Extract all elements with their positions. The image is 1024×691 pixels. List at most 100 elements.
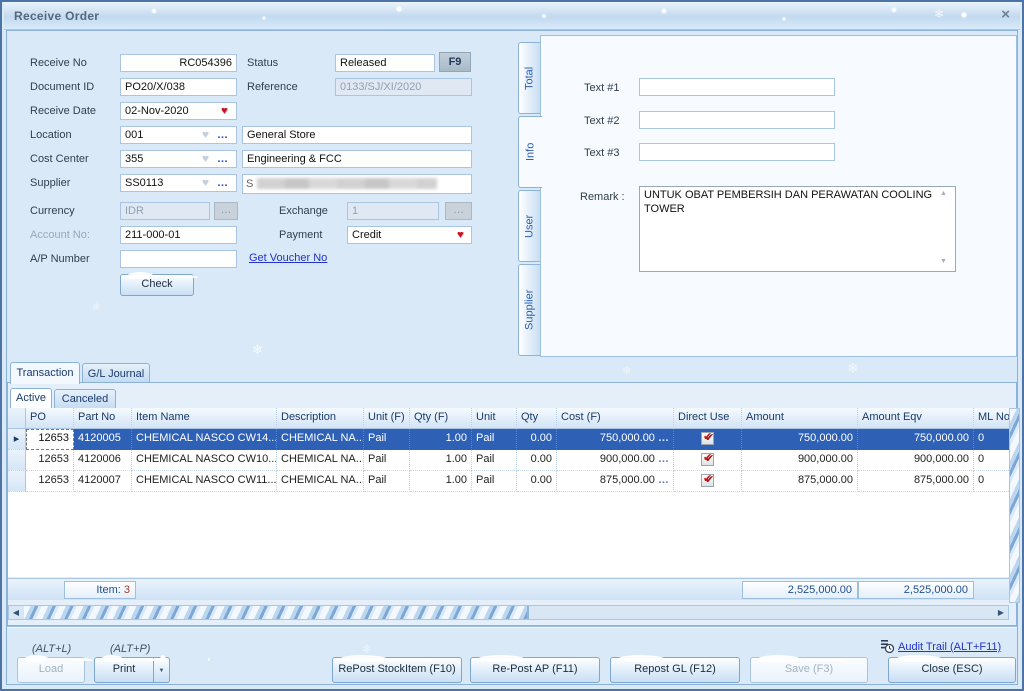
status-f9-button[interactable]: F9	[439, 52, 471, 72]
side-tab-user[interactable]: User	[518, 190, 540, 262]
cell-unit[interactable]: Pail	[472, 429, 517, 450]
supplier-lookup-icon[interactable]: …	[217, 178, 229, 188]
cell-amount-eqv[interactable]: 875,000.00	[858, 471, 974, 492]
cost-center-heart-icon[interactable]: ♥	[202, 154, 209, 165]
cell-cost-f[interactable]: 750,000.00 …	[557, 429, 674, 450]
repost-stockitem-button[interactable]: RePost StockItem (F10)	[332, 657, 462, 683]
text3-field[interactable]	[639, 143, 835, 161]
payment-field[interactable]	[347, 226, 472, 244]
col-header-part-no[interactable]: Part No	[74, 408, 132, 429]
cell-ml-no[interactable]: 0	[974, 429, 1009, 450]
cell-description[interactable]: CHEMICAL NA...	[277, 471, 364, 492]
cell-qty[interactable]: 0.00	[517, 450, 557, 471]
side-tab-supplier[interactable]: Supplier	[518, 264, 540, 356]
col-header-cost-f[interactable]: Cost (F)	[557, 408, 674, 429]
side-tab-total[interactable]: Total	[518, 42, 540, 114]
print-button[interactable]: Print	[94, 657, 154, 683]
col-header-unit-f[interactable]: Unit (F)	[364, 408, 410, 429]
cell-direct-use[interactable]: ✔	[674, 450, 742, 471]
location-heart-icon[interactable]: ♥	[202, 130, 209, 141]
scroll-right-icon[interactable]: ▶	[994, 606, 1008, 619]
check-button[interactable]: Check	[120, 274, 194, 296]
cell-part-no[interactable]: 4120005	[74, 429, 132, 450]
row-selector-cell[interactable]	[8, 471, 26, 492]
remark-scroll-down-icon[interactable]: ▼	[940, 258, 947, 265]
close-icon[interactable]: ×	[1001, 7, 1010, 23]
payment-dropdown-heart-icon[interactable]: ♥	[457, 230, 464, 241]
cell-unit-f[interactable]: Pail	[364, 450, 410, 471]
text2-field[interactable]	[639, 111, 835, 129]
status-field[interactable]	[335, 54, 435, 72]
cell-qty[interactable]: 0.00	[517, 429, 557, 450]
remark-textarea[interactable]: UNTUK OBAT PEMBERSIH DAN PERAWATAN COOLI…	[639, 186, 956, 272]
cell-cost-f[interactable]: 875,000.00 …	[557, 471, 674, 492]
print-dropdown-button[interactable]: ▼	[154, 657, 170, 683]
cost-ellipsis-icon[interactable]: …	[658, 432, 669, 444]
cell-amount-eqv[interactable]: 750,000.00	[858, 429, 974, 450]
ap-number-field[interactable]	[120, 250, 237, 268]
cell-qty-f[interactable]: 1.00	[410, 429, 472, 450]
cell-item-name[interactable]: CHEMICAL NASCO CW14...	[132, 429, 277, 450]
table-row[interactable]: ▸ 12653 4120005 CHEMICAL NASCO CW14... C…	[8, 429, 1009, 450]
col-header-unit[interactable]: Unit	[472, 408, 517, 429]
text1-field[interactable]	[639, 78, 835, 96]
remark-scroll-up-icon[interactable]: ▲	[940, 190, 947, 197]
col-header-qty[interactable]: Qty	[517, 408, 557, 429]
col-header-item-name[interactable]: Item Name	[132, 408, 277, 429]
cell-po[interactable]: 12653	[26, 429, 74, 450]
cell-cost-f[interactable]: 900,000.00 …	[557, 450, 674, 471]
cell-part-no[interactable]: 4120006	[74, 450, 132, 471]
receive-no-field[interactable]	[120, 54, 237, 72]
cell-qty-f[interactable]: 1.00	[410, 450, 472, 471]
cell-amount[interactable]: 875,000.00	[742, 471, 858, 492]
cell-unit[interactable]: Pail	[472, 450, 517, 471]
col-header-qty-f[interactable]: Qty (F)	[410, 408, 472, 429]
side-tab-info[interactable]: Info	[518, 116, 542, 188]
date-dropdown-heart-icon[interactable]: ♥	[221, 106, 228, 117]
cell-qty-f[interactable]: 1.00	[410, 471, 472, 492]
document-id-field[interactable]	[120, 78, 237, 96]
vertical-scrollbar[interactable]	[1009, 408, 1020, 603]
table-row[interactable]: 12653 4120007 CHEMICAL NASCO CW11... CHE…	[8, 471, 1009, 492]
cell-item-name[interactable]: CHEMICAL NASCO CW11...	[132, 471, 277, 492]
horizontal-scrollbar[interactable]: ◀ ▶	[8, 605, 1009, 620]
table-row[interactable]: 12653 4120006 CHEMICAL NASCO CW10... CHE…	[8, 450, 1009, 471]
cell-po[interactable]: 12653	[26, 450, 74, 471]
col-header-ml-no[interactable]: ML No.	[974, 408, 1009, 429]
cell-qty[interactable]: 0.00	[517, 471, 557, 492]
receive-date-field[interactable]	[120, 102, 237, 120]
tab-gl-journal[interactable]: G/L Journal	[82, 363, 150, 384]
cost-center-lookup-icon[interactable]: …	[217, 154, 229, 164]
col-header-amount[interactable]: Amount	[742, 408, 858, 429]
cell-description[interactable]: CHEMICAL NA...	[277, 429, 364, 450]
get-voucher-link[interactable]: Get Voucher No	[249, 252, 327, 264]
cell-direct-use[interactable]: ✔	[674, 471, 742, 492]
scroll-left-icon[interactable]: ◀	[9, 606, 23, 619]
cell-part-no[interactable]: 4120007	[74, 471, 132, 492]
cell-direct-use[interactable]: ✔	[674, 429, 742, 450]
cell-unit[interactable]: Pail	[472, 471, 517, 492]
cost-ellipsis-icon[interactable]: …	[658, 474, 669, 486]
col-header-direct-use[interactable]: Direct Use	[674, 408, 742, 429]
cell-ml-no[interactable]: 0	[974, 450, 1009, 471]
cost-center-name-field[interactable]	[242, 150, 472, 168]
tab-transaction[interactable]: Transaction	[10, 362, 80, 384]
location-lookup-icon[interactable]: …	[217, 130, 229, 140]
account-no-field[interactable]	[120, 226, 237, 244]
horizontal-scrollbar-thumb[interactable]	[24, 606, 529, 619]
row-selector-cell[interactable]	[8, 450, 26, 471]
cost-ellipsis-icon[interactable]: …	[658, 453, 669, 465]
supplier-heart-icon[interactable]: ♥	[202, 178, 209, 189]
cell-description[interactable]: CHEMICAL NA...	[277, 450, 364, 471]
cell-ml-no[interactable]: 0	[974, 471, 1009, 492]
tab-canceled[interactable]: Canceled	[54, 389, 116, 409]
cell-item-name[interactable]: CHEMICAL NASCO CW10...	[132, 450, 277, 471]
cell-amount[interactable]: 900,000.00	[742, 450, 858, 471]
cell-amount-eqv[interactable]: 900,000.00	[858, 450, 974, 471]
location-name-field[interactable]	[242, 126, 472, 144]
audit-trail-link[interactable]: Audit Trail (ALT+F11)	[898, 641, 1001, 653]
repost-gl-button[interactable]: Repost GL (F12)	[610, 657, 740, 683]
tab-active[interactable]: Active	[10, 388, 52, 408]
close-button[interactable]: Close (ESC)	[888, 657, 1016, 683]
cell-po[interactable]: 12653	[26, 471, 74, 492]
